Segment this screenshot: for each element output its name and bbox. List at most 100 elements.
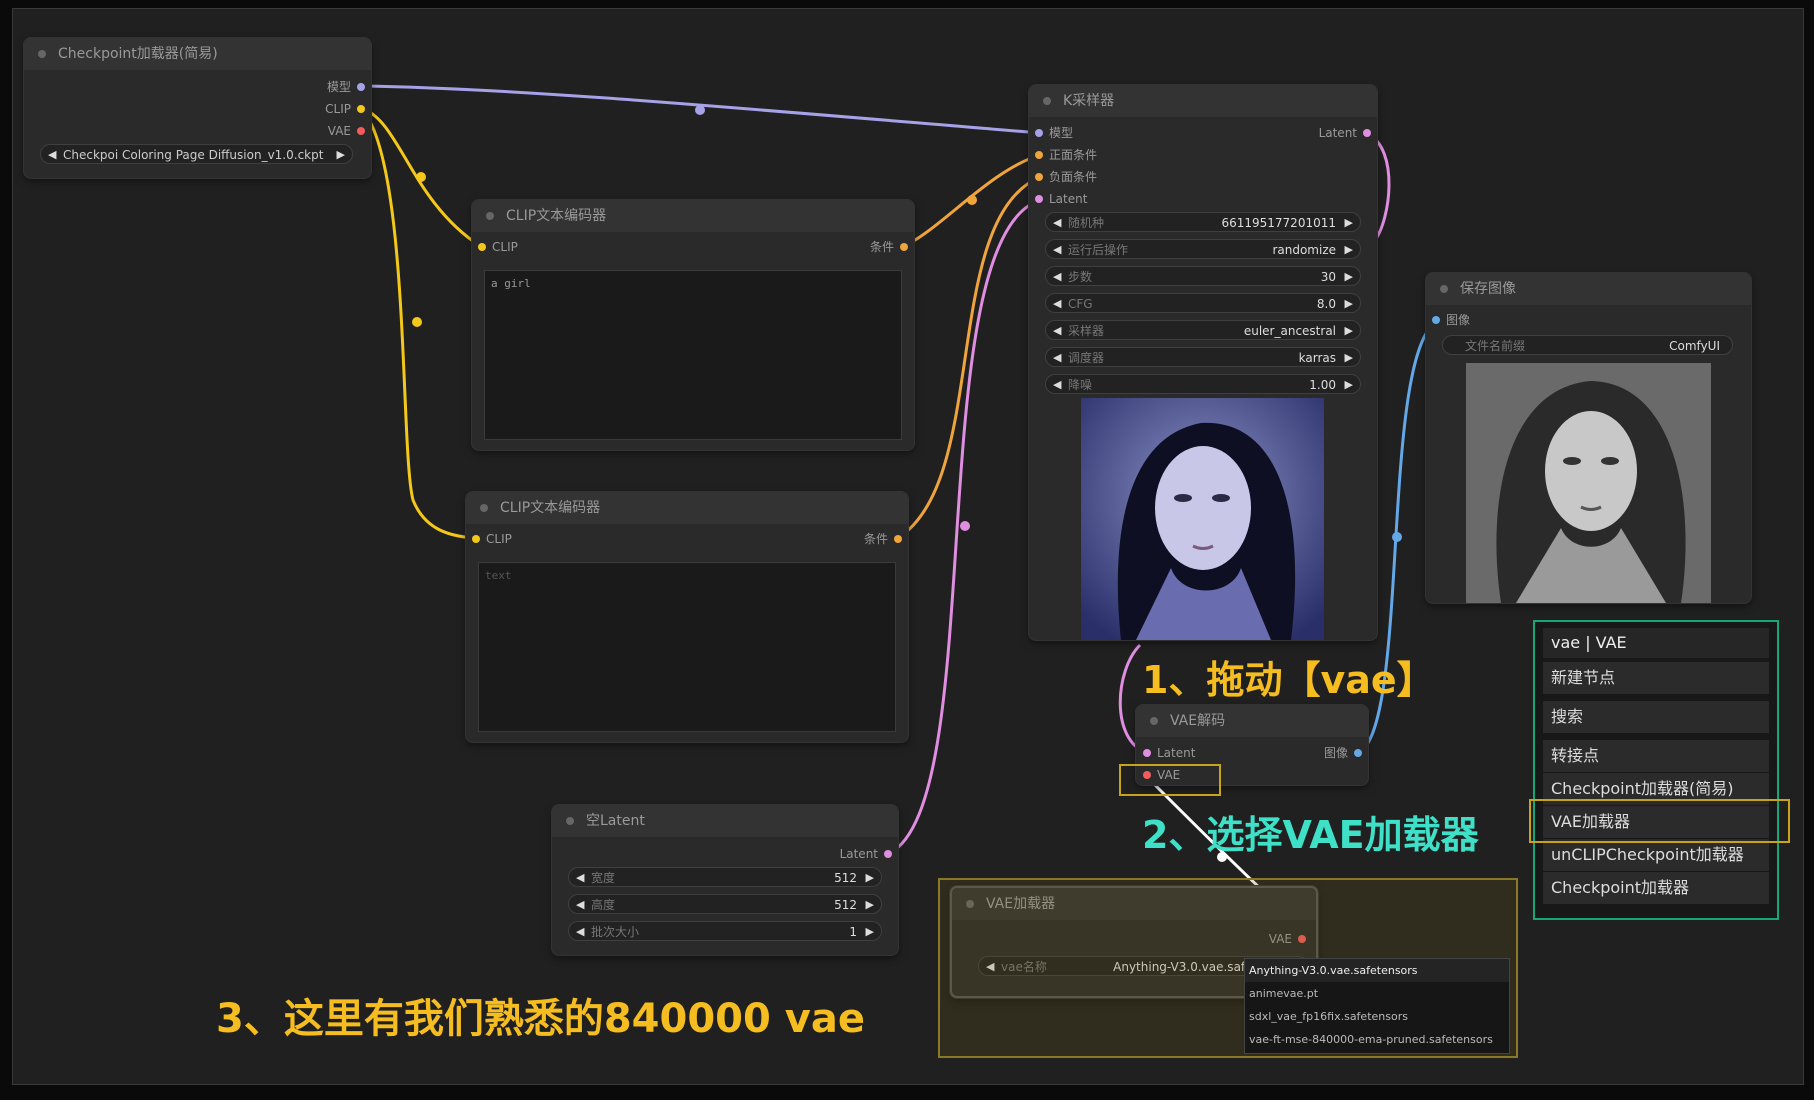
arrow-right-icon[interactable]: ▶	[1345, 375, 1353, 395]
output-clip[interactable]: CLIP	[325, 102, 365, 116]
menu-item-checkpoint[interactable]: Checkpoint加载器	[1543, 872, 1769, 904]
checkpoint-loader-node[interactable]: Checkpoint加载器(简易) 模型 CLIP VAE ◀ Checkpoi…	[24, 38, 371, 178]
vae-name-dropdown[interactable]: Anything-V3.0.vae.safetensors animevae.p…	[1244, 958, 1510, 1054]
arrow-right-icon[interactable]: ▶	[866, 922, 874, 942]
node-title-bar[interactable]: Checkpoint加载器(简易)	[24, 38, 371, 70]
steps-widget[interactable]: ◀ 步数 30 ▶	[1045, 266, 1361, 286]
width-widget[interactable]: ◀ 宽度 512 ▶	[568, 867, 882, 887]
node-title: 保存图像	[1460, 281, 1516, 297]
input-latent[interactable]: Latent	[1035, 192, 1087, 206]
menu-highlight-box	[1529, 799, 1790, 843]
output-conditioning[interactable]: 条件	[864, 532, 902, 546]
menu-item-new-node[interactable]: 新建节点	[1543, 662, 1769, 694]
arrow-right-icon[interactable]: ▶	[866, 895, 874, 915]
dropdown-option[interactable]: vae-ft-mse-840000-ema-pruned.safetensors	[1245, 1028, 1509, 1051]
arrow-left-icon[interactable]: ◀	[1053, 267, 1061, 287]
arrow-right-icon[interactable]: ▶	[1345, 240, 1353, 260]
clip-text-encode-positive-node[interactable]: CLIP文本编码器 CLIP 条件 a girl	[472, 200, 914, 450]
ckpt-name-combo[interactable]: ◀ Checkpoi Coloring Page Diffusion_v1.0.…	[40, 144, 353, 164]
collapse-dot-icon[interactable]	[38, 50, 46, 58]
output-image[interactable]: 图像	[1324, 746, 1362, 760]
vae-input-highlight-box	[1119, 764, 1221, 796]
arrow-right-icon[interactable]: ▶	[1345, 348, 1353, 368]
cfg-widget[interactable]: ◀ CFG 8.0 ▶	[1045, 293, 1361, 313]
dropdown-option[interactable]: Anything-V3.0.vae.safetensors	[1245, 959, 1509, 982]
arrow-left-icon[interactable]: ◀	[1053, 375, 1061, 395]
node-title-bar[interactable]: VAE解码	[1136, 705, 1368, 737]
output-model[interactable]: 模型	[327, 80, 365, 94]
girl-grayscale-image	[1466, 363, 1711, 603]
arrow-right-icon[interactable]: ▶	[1345, 267, 1353, 287]
arrow-left-icon[interactable]: ◀	[576, 895, 584, 915]
prompt-textarea[interactable]: text	[478, 562, 896, 732]
collapse-dot-icon[interactable]	[1150, 717, 1158, 725]
output-latent[interactable]: Latent	[1319, 126, 1371, 140]
input-clip[interactable]: CLIP	[472, 532, 512, 546]
output-conditioning[interactable]: 条件	[870, 240, 908, 254]
save-image-node[interactable]: 保存图像 图像 文件名前缀 ComfyUI	[1426, 273, 1751, 603]
arrow-right-icon[interactable]: ▶	[337, 145, 345, 165]
input-positive[interactable]: 正面条件	[1035, 148, 1097, 162]
arrow-left-icon[interactable]: ◀	[1053, 348, 1061, 368]
arrow-right-icon[interactable]: ▶	[1345, 294, 1353, 314]
scheduler-widget[interactable]: ◀ 调度器 karras ▶	[1045, 347, 1361, 367]
output-latent[interactable]: Latent	[840, 847, 892, 861]
node-title-bar[interactable]: 空Latent	[552, 805, 898, 837]
node-title-bar[interactable]: CLIP文本编码器	[466, 492, 908, 524]
arrow-left-icon[interactable]: ◀	[48, 145, 56, 165]
filename-prefix-widget[interactable]: 文件名前缀 ComfyUI	[1442, 335, 1733, 355]
height-widget[interactable]: ◀ 高度 512 ▶	[568, 894, 882, 914]
annotation-step-2: 2、选择VAE加载器	[1142, 813, 1479, 857]
search-query[interactable]: vae | VAE	[1543, 628, 1769, 658]
annotation-step-1: 1、拖动【vae】	[1142, 658, 1435, 702]
collapse-dot-icon[interactable]	[480, 504, 488, 512]
arrow-left-icon[interactable]: ◀	[1053, 294, 1061, 314]
node-title: CLIP文本编码器	[506, 208, 607, 224]
node-title-bar[interactable]: K采样器	[1029, 85, 1377, 117]
arrow-right-icon[interactable]: ▶	[1345, 321, 1353, 341]
node-title: K采样器	[1063, 93, 1115, 109]
ksampler-node[interactable]: K采样器 模型 正面条件 负面条件 Latent Latent ◀ 随机种 6611…	[1029, 85, 1377, 640]
menu-item-reroute[interactable]: 转接点	[1543, 740, 1769, 772]
output-vae[interactable]: VAE	[328, 124, 365, 138]
control-after-generate-widget[interactable]: ◀ 运行后操作 randomize ▶	[1045, 239, 1361, 259]
input-latent[interactable]: Latent	[1143, 746, 1195, 760]
arrow-left-icon[interactable]: ◀	[1053, 213, 1061, 233]
prompt-textarea[interactable]: a girl	[484, 270, 902, 440]
node-search-menu[interactable]: vae | VAE 新建节点 搜索 转接点 Checkpoint加载器(简易) …	[1533, 620, 1779, 920]
saved-image	[1466, 363, 1711, 603]
menu-item-search[interactable]: 搜索	[1543, 701, 1769, 733]
dropdown-option[interactable]: sdxl_vae_fp16fix.safetensors	[1245, 1005, 1509, 1028]
input-negative[interactable]: 负面条件	[1035, 170, 1097, 184]
girl-portrait-image	[1081, 398, 1324, 640]
node-title-bar[interactable]: 保存图像	[1426, 273, 1751, 305]
input-clip[interactable]: CLIP	[478, 240, 518, 254]
arrow-right-icon[interactable]: ▶	[1345, 213, 1353, 233]
sampler-widget[interactable]: ◀ 采样器 euler_ancestral ▶	[1045, 320, 1361, 340]
clip-text-encode-negative-node[interactable]: CLIP文本编码器 CLIP 条件 text	[466, 492, 908, 742]
node-title: CLIP文本编码器	[500, 500, 601, 516]
arrow-left-icon[interactable]: ◀	[1053, 321, 1061, 341]
batch-size-widget[interactable]: ◀ 批次大小 1 ▶	[568, 921, 882, 941]
annotation-step-3: 3、这里有我们熟悉的840000 vae	[216, 996, 865, 1042]
collapse-dot-icon[interactable]	[566, 817, 574, 825]
node-title: 空Latent	[586, 813, 645, 829]
node-title: VAE解码	[1170, 713, 1226, 729]
preview-image	[1081, 398, 1324, 640]
seed-widget[interactable]: ◀ 随机种 661195177201011 ▶	[1045, 212, 1361, 232]
collapse-dot-icon[interactable]	[486, 212, 494, 220]
node-title: Checkpoint加载器(简易)	[58, 46, 218, 62]
node-title-bar[interactable]: CLIP文本编码器	[472, 200, 914, 232]
arrow-left-icon[interactable]: ◀	[576, 868, 584, 888]
arrow-left-icon[interactable]: ◀	[1053, 240, 1061, 260]
dropdown-option[interactable]: animevae.pt	[1245, 982, 1509, 1005]
arrow-left-icon[interactable]: ◀	[576, 922, 584, 942]
input-image[interactable]: 图像	[1432, 313, 1470, 327]
collapse-dot-icon[interactable]	[1440, 285, 1448, 293]
input-model[interactable]: 模型	[1035, 126, 1073, 140]
empty-latent-node[interactable]: 空Latent Latent ◀ 宽度 512 ▶ ◀ 高度 512 ▶ ◀ 批次大小 1 ▶	[552, 805, 898, 955]
arrow-right-icon[interactable]: ▶	[866, 868, 874, 888]
denoise-widget[interactable]: ◀ 降噪 1.00 ▶	[1045, 374, 1361, 394]
collapse-dot-icon[interactable]	[1043, 97, 1051, 105]
menu-item-unclip-checkpoint[interactable]: unCLIPCheckpoint加载器	[1543, 839, 1769, 871]
